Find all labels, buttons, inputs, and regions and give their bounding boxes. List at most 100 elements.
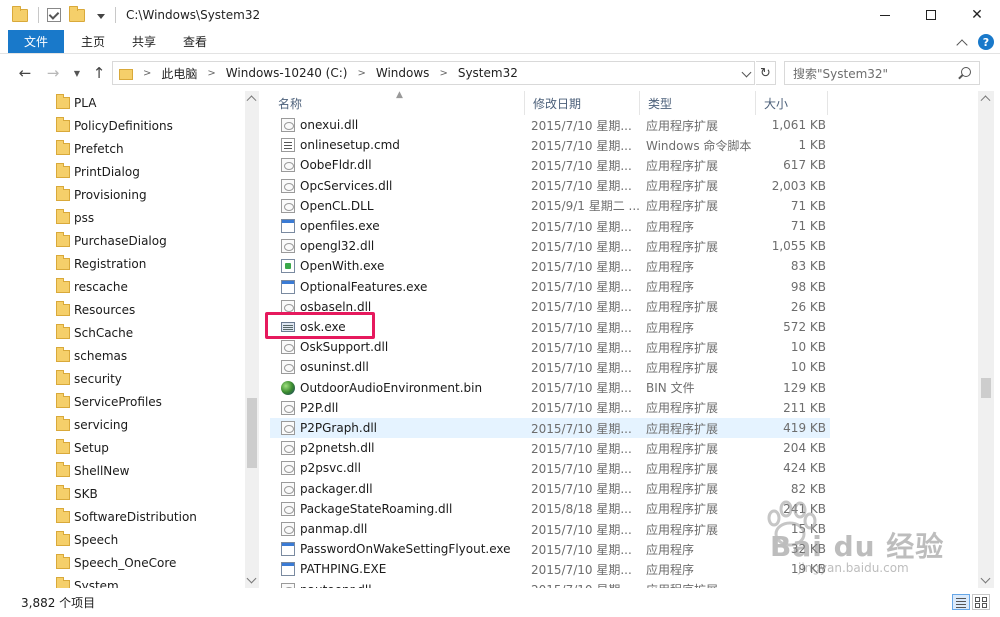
scroll-down-icon[interactable] bbox=[246, 573, 257, 584]
column-header-size[interactable]: 大小 bbox=[756, 91, 828, 115]
nav-item-folder[interactable]: SKB bbox=[0, 482, 245, 505]
nav-item-folder[interactable]: PrintDialog bbox=[0, 160, 245, 183]
nav-scrollbar[interactable] bbox=[245, 91, 259, 588]
file-row[interactable]: PATHPING.EXE 2015/7/10 星期... 应用程序 19 KB bbox=[270, 559, 830, 579]
chevron-right-icon[interactable]: > bbox=[143, 68, 151, 79]
file-row[interactable]: OpenWith.exe 2015/7/10 星期... 应用程序 83 KB bbox=[270, 256, 830, 276]
breadcrumb-this-pc[interactable]: 此电脑 bbox=[161, 65, 197, 82]
chevron-down-icon[interactable] bbox=[741, 67, 752, 78]
scroll-up-icon[interactable] bbox=[980, 95, 991, 106]
file-list-scrollbar[interactable] bbox=[978, 91, 994, 588]
nav-item-folder[interactable]: pss bbox=[0, 206, 245, 229]
column-header-date[interactable]: 修改日期 bbox=[525, 91, 640, 115]
file-row[interactable]: osuninst.dll 2015/7/10 星期... 应用程序扩展 10 KB bbox=[270, 357, 830, 377]
chevron-right-icon[interactable]: > bbox=[439, 68, 447, 79]
bin-icon bbox=[281, 380, 295, 395]
file-row[interactable]: P2PGraph.dll 2015/7/10 星期... 应用程序扩展 419 KB bbox=[270, 418, 830, 438]
file-row[interactable]: OptionalFeatures.exe 2015/7/10 星期... 应用程序 9… bbox=[270, 277, 830, 297]
nav-item-folder[interactable]: PLA bbox=[0, 91, 245, 114]
scrollbar-thumb[interactable] bbox=[247, 398, 257, 468]
up-button[interactable]: ↑ bbox=[90, 64, 108, 82]
file-row[interactable]: OobeFldr.dll 2015/7/10 星期... 应用程序扩展 617 KB bbox=[270, 155, 830, 175]
refresh-button[interactable]: ↻ bbox=[756, 61, 776, 85]
file-row[interactable]: openfiles.exe 2015/7/10 星期... 应用程序 71 KB bbox=[270, 216, 830, 236]
column-header-name[interactable]: 名称 ▲ bbox=[270, 91, 525, 115]
details-view-button[interactable] bbox=[952, 594, 970, 610]
scrollbar-thumb[interactable] bbox=[981, 378, 991, 398]
folder-icon bbox=[56, 116, 70, 132]
minimize-button[interactable] bbox=[862, 0, 908, 30]
folder-icon bbox=[56, 484, 70, 500]
nav-item-folder[interactable]: ServiceProfiles bbox=[0, 390, 245, 413]
back-button[interactable]: ← bbox=[16, 64, 34, 82]
file-row[interactable]: OpenCL.DLL 2015/9/1 星期二 ... 应用程序扩展 71 KB bbox=[270, 196, 830, 216]
file-row[interactable]: p2pnetsh.dll 2015/7/10 星期... 应用程序扩展 204 KB bbox=[270, 438, 830, 458]
nav-item-folder[interactable]: Registration bbox=[0, 252, 245, 275]
file-row[interactable]: OutdoorAudioEnvironment.bin 2015/7/10 星期.… bbox=[270, 378, 830, 398]
address-bar[interactable]: > 此电脑 > Windows-10240 (C:) > Windows > S… bbox=[112, 61, 755, 85]
nav-item-folder[interactable]: rescache bbox=[0, 275, 245, 298]
file-row[interactable]: opengl32.dll 2015/7/10 星期... 应用程序扩展 1,055 K… bbox=[270, 236, 830, 256]
file-row[interactable]: pautoenr.dll 2015/7/10 星期... 应用程序扩展 bbox=[270, 580, 830, 588]
nav-item-folder[interactable]: servicing bbox=[0, 413, 245, 436]
file-name: OpenCL.DLL bbox=[300, 198, 374, 213]
scroll-down-icon[interactable] bbox=[980, 573, 991, 584]
forward-button[interactable]: → bbox=[44, 64, 62, 82]
file-row[interactable]: onlinesetup.cmd 2015/7/10 星期... Windows 命令… bbox=[270, 135, 830, 155]
nav-item-folder[interactable]: Provisioning bbox=[0, 183, 245, 206]
nav-item-folder[interactable]: Prefetch bbox=[0, 137, 245, 160]
customize-toolbar-icon[interactable] bbox=[97, 13, 105, 19]
help-icon[interactable]: ? bbox=[978, 34, 994, 50]
dll-icon bbox=[281, 118, 295, 132]
nav-item-folder[interactable]: Setup bbox=[0, 436, 245, 459]
search-icon[interactable] bbox=[961, 67, 971, 77]
file-row[interactable]: packager.dll 2015/7/10 星期... 应用程序扩展 82 KB bbox=[270, 479, 830, 499]
dll-icon bbox=[281, 239, 295, 254]
large-icons-view-button[interactable] bbox=[972, 594, 990, 610]
breadcrumb-system32[interactable]: System32 bbox=[458, 66, 518, 80]
file-row[interactable]: PackageStateRoaming.dll 2015/8/18 星期... 应用… bbox=[270, 499, 830, 519]
nav-item-folder[interactable]: Resources bbox=[0, 298, 245, 321]
file-row[interactable]: OskSupport.dll 2015/7/10 星期... 应用程序扩展 10 KB bbox=[270, 337, 830, 357]
maximize-button[interactable] bbox=[908, 0, 954, 30]
nav-item-folder[interactable]: SoftwareDistribution bbox=[0, 505, 245, 528]
file-name: openfiles.exe bbox=[300, 219, 380, 233]
file-date: 2015/7/10 星期... bbox=[531, 259, 632, 274]
nav-item-folder[interactable]: PurchaseDialog bbox=[0, 229, 245, 252]
file-row[interactable]: OpcServices.dll 2015/7/10 星期... 应用程序扩展 2,00… bbox=[270, 176, 830, 196]
expand-ribbon-icon[interactable] bbox=[956, 38, 968, 51]
search-input[interactable]: 搜索"System32" bbox=[784, 61, 980, 85]
recent-locations-button[interactable]: ▼ bbox=[68, 64, 86, 82]
file-size: 26 KB bbox=[790, 299, 826, 314]
dll-icon bbox=[281, 522, 295, 536]
nav-item-folder[interactable]: SchCache bbox=[0, 321, 245, 344]
chevron-right-icon[interactable]: > bbox=[207, 68, 215, 79]
breadcrumb-windows[interactable]: Windows bbox=[376, 66, 430, 80]
file-row[interactable]: P2P.dll 2015/7/10 星期... 应用程序扩展 211 KB bbox=[270, 398, 830, 418]
close-button[interactable]: ✕ bbox=[954, 0, 1000, 30]
tab-view[interactable]: 查看 bbox=[166, 30, 224, 53]
nav-item-folder[interactable]: System bbox=[0, 574, 245, 588]
file-row[interactable]: onexui.dll 2015/7/10 星期... 应用程序扩展 1,061 KB bbox=[270, 115, 830, 135]
file-row[interactable]: p2psvc.dll 2015/7/10 星期... 应用程序扩展 424 KB bbox=[270, 458, 830, 478]
file-name: panmap.dll bbox=[300, 522, 368, 536]
file-row[interactable]: panmap.dll 2015/7/10 星期... 应用程序扩展 15 KB bbox=[270, 519, 830, 539]
column-header-type[interactable]: 类型 bbox=[640, 91, 756, 115]
properties-icon[interactable] bbox=[47, 8, 61, 22]
new-folder-icon[interactable] bbox=[69, 5, 85, 22]
file-type: 应用程序扩展 bbox=[646, 239, 719, 254]
nav-item-folder[interactable]: Speech bbox=[0, 528, 245, 551]
nav-item-folder[interactable]: security bbox=[0, 367, 245, 390]
nav-item-folder[interactable]: PolicyDefinitions bbox=[0, 114, 245, 137]
chevron-right-icon[interactable]: > bbox=[357, 68, 365, 79]
file-row[interactable]: PasswordOnWakeSettingFlyout.exe 2015/7/10… bbox=[270, 539, 830, 559]
scroll-up-icon[interactable] bbox=[246, 95, 257, 106]
nav-item-folder[interactable]: schemas bbox=[0, 344, 245, 367]
tab-home[interactable]: 主页 bbox=[64, 30, 122, 53]
nav-item-folder[interactable]: Speech_OneCore bbox=[0, 551, 245, 574]
navigation-pane: PLA PolicyDefinitions Prefetch PrintDialog P… bbox=[0, 91, 260, 588]
breadcrumb-drive[interactable]: Windows-10240 (C:) bbox=[226, 66, 348, 80]
tab-share[interactable]: 共享 bbox=[122, 30, 166, 53]
tab-file[interactable]: 文件 bbox=[8, 30, 64, 53]
nav-item-folder[interactable]: ShellNew bbox=[0, 459, 245, 482]
